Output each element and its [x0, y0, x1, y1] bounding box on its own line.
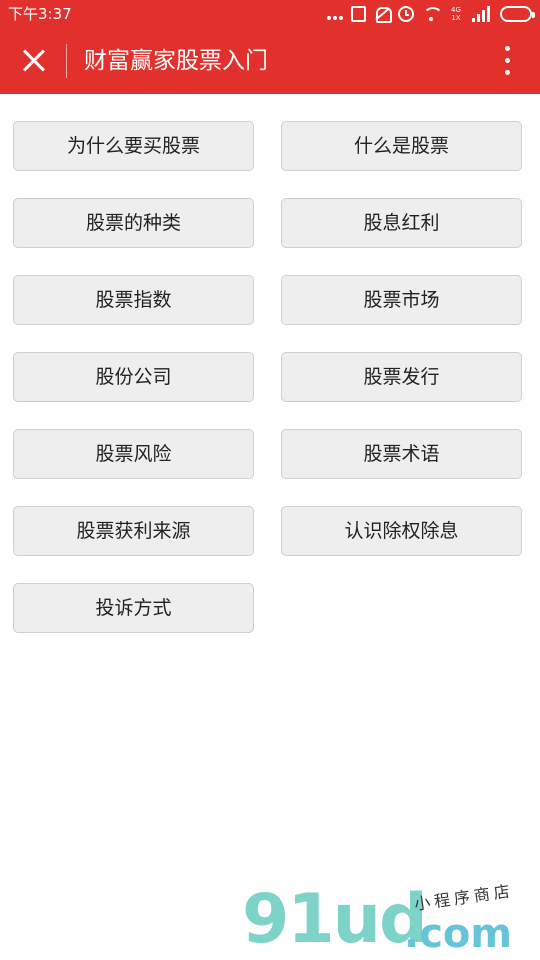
wifi-icon	[422, 6, 443, 22]
alarm-icon	[398, 6, 414, 22]
signal-icon	[472, 6, 492, 22]
title-divider	[66, 44, 67, 78]
more-notifications-icon	[327, 6, 343, 22]
menu-button-stock-index[interactable]: 股票指数	[13, 275, 254, 325]
more-options-icon[interactable]	[496, 42, 518, 80]
menu-button-profit-sources[interactable]: 股票获利来源	[13, 506, 254, 556]
watermark-logo: 91ud 小程序商店 .com	[242, 880, 532, 960]
watermark-brand: 91ud	[242, 880, 428, 959]
mute-icon	[374, 6, 392, 23]
page-title: 财富赢家股票入门	[84, 48, 268, 74]
menu-button-stock-types[interactable]: 股票的种类	[13, 198, 254, 248]
network-type-label: 4G 1X	[451, 6, 461, 22]
menu-button-stock-risk[interactable]: 股票风险	[13, 429, 254, 479]
screen-icon	[351, 6, 366, 22]
menu-button-complaints[interactable]: 投诉方式	[13, 583, 254, 633]
menu-button-stock-market[interactable]: 股票市场	[281, 275, 522, 325]
watermark-domain: .com	[404, 911, 513, 957]
menu-button-what-is-stock[interactable]: 什么是股票	[281, 121, 522, 171]
status-icons: 4G 1X	[327, 4, 535, 24]
title-bar: 财富赢家股票入门	[0, 28, 540, 94]
menu-button-stock-issuance[interactable]: 股票发行	[281, 352, 522, 402]
menu-button-stock-terms[interactable]: 股票术语	[281, 429, 522, 479]
status-time: 下午3:37	[8, 5, 72, 23]
status-bar: 下午3:37 4G 1X	[0, 0, 540, 28]
close-icon[interactable]	[14, 41, 54, 81]
menu-button-ex-rights-dividend[interactable]: 认识除权除息	[281, 506, 522, 556]
menu-button-why-buy-stocks[interactable]: 为什么要买股票	[13, 121, 254, 171]
menu-button-joint-stock-company[interactable]: 股份公司	[13, 352, 254, 402]
menu-button-dividends[interactable]: 股息红利	[281, 198, 522, 248]
battery-icon	[500, 6, 535, 22]
